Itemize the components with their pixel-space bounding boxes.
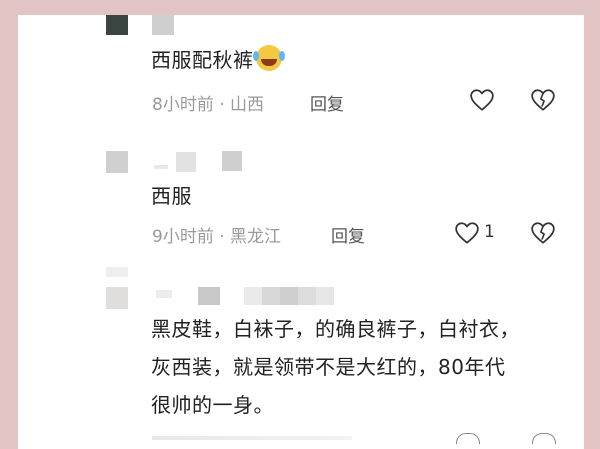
comment-meta: 9小时前 · 黑龙江 — [152, 227, 282, 247]
username-blurred[interactable] — [198, 287, 220, 305]
comment-text-line: 很帅的一身。 — [151, 393, 274, 417]
comment-meta: 8小时前 · 山西 — [152, 95, 265, 115]
avatar[interactable] — [106, 15, 128, 35]
comment-text-line: 灰西装，就是领带不是大红的，80年代 — [151, 355, 506, 379]
heart-icon[interactable] — [456, 433, 480, 444]
username-blurred[interactable] — [176, 152, 196, 172]
comment-meta-cutoff — [152, 436, 352, 440]
heart-icon[interactable] — [454, 221, 480, 245]
reply-button[interactable]: 回复 — [310, 90, 344, 115]
username-blurred[interactable] — [154, 165, 168, 169]
username-blurred[interactable] — [244, 287, 334, 305]
laughing-crying-emoji-icon — [252, 45, 285, 71]
reply-button[interactable]: 回复 — [331, 222, 365, 247]
dislike-heart-icon[interactable] — [530, 221, 556, 245]
dislike-heart-icon[interactable] — [530, 88, 556, 112]
username-blurred[interactable] — [222, 151, 242, 171]
avatar[interactable] — [106, 151, 128, 173]
dislike-heart-icon[interactable] — [532, 433, 556, 444]
comment-text: 西服配秋裤 — [151, 44, 285, 76]
like-count: 1 — [484, 222, 495, 242]
heart-icon[interactable] — [469, 88, 495, 112]
comment-card: 西服配秋裤 8小时前 · 山西 回复 西服 9小时前 · 黑龙江 回复 1 黑皮… — [18, 15, 584, 449]
username-blurred[interactable] — [156, 290, 172, 298]
username-blurred[interactable] — [152, 15, 174, 35]
comment-text-line: 黑皮鞋，白袜子，的确良裤子，白衬衣， — [151, 317, 520, 341]
avatar[interactable] — [106, 267, 128, 277]
avatar[interactable] — [106, 287, 128, 309]
comment-text: 西服 — [151, 184, 192, 208]
